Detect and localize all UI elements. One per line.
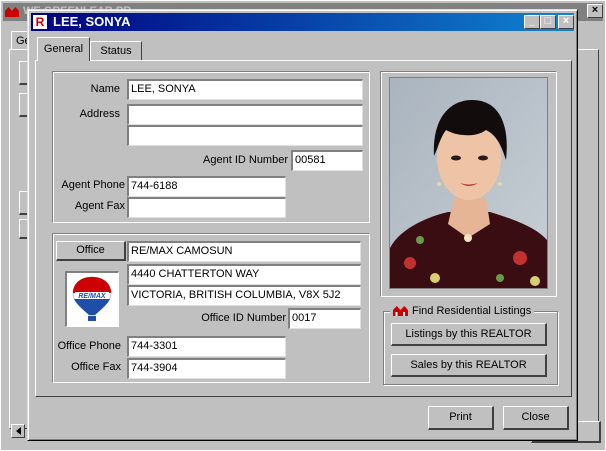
office-button[interactable]: Office [56,241,126,261]
agent-phone-label: Agent Phone [61,179,125,191]
close-dialog-label: Close [521,411,550,423]
listings-group-header: Find Residential Listings [390,304,535,318]
agent-dialog: R LEE, SONYA _ □ × General Status Name L… [27,9,578,441]
maximize-button[interactable]: □ [540,15,556,29]
office-button-label: Office [76,244,105,256]
office-fax-label: Office Fax [71,361,121,373]
office-id-label: Office ID Number [201,312,286,324]
minimize-icon: _ [528,15,536,27]
office-phone-field[interactable]: 744-3301 [127,336,286,357]
listings-by-realtor-label: Listings by this REALTOR [405,328,532,340]
realtor-logo-icon: R [33,15,47,29]
tab-general-label: General [43,43,84,55]
agent-phone-field[interactable]: 744-6188 [127,176,286,197]
name-label: Name [90,83,120,95]
svg-text:RE/MAX: RE/MAX [78,293,107,300]
sales-by-realtor-button[interactable]: Sales by this REALTOR [391,354,547,377]
houses-icon [393,306,408,316]
listings-group-label: Find Residential Listings [412,305,532,317]
agent-id-label: Agent ID Number [203,154,288,166]
name-field[interactable]: LEE, SONYA [127,79,363,100]
address-line2-field[interactable] [127,125,363,146]
office-fax-field[interactable]: 744-3904 [127,358,286,379]
print-button[interactable]: Print [428,406,494,430]
tab-general[interactable]: General [37,37,90,61]
tab-status[interactable]: Status [90,41,142,60]
background-logo-icon [5,6,19,17]
tab-status-label: Status [100,45,132,57]
close-dialog-button[interactable]: Close [503,406,569,430]
office-name-field[interactable]: RE/MAX CAMOSUN [127,241,361,262]
scroll-left-button[interactable] [11,424,25,438]
agent-fax-field[interactable] [127,197,286,218]
print-button-label: Print [449,411,472,423]
maximize-icon: □ [544,15,552,27]
scroll-left-icon [15,427,21,435]
address-line1-field[interactable] [127,104,363,125]
agent-photo [389,77,548,289]
office-phone-label: Office Phone [57,340,121,352]
background-close-button[interactable]: × [587,4,603,18]
dialog-titlebar[interactable]: R LEE, SONYA _ □ × [31,13,574,31]
remax-balloon-icon: RE/MAX [72,276,112,321]
office-city-field[interactable]: VICTORIA, BRITISH COLUMBIA, V8X 5J2 [127,285,361,306]
listings-by-realtor-button[interactable]: Listings by this REALTOR [391,323,547,346]
address-label: Address [79,108,120,120]
agent-fax-label: Agent Fax [74,200,125,212]
office-street-field[interactable]: 4440 CHATTERTON WAY [127,264,361,285]
office-id-field[interactable]: 0017 [288,308,361,329]
sales-by-realtor-label: Sales by this REALTOR [410,359,527,371]
agent-id-field[interactable]: 00581 [291,150,363,171]
close-icon: × [591,4,599,16]
remax-logo-frame: RE/MAX [65,271,119,327]
minimize-button[interactable]: _ [524,15,540,29]
close-icon: × [562,15,570,27]
logo-letter: R [35,15,45,29]
close-button[interactable]: × [558,15,574,29]
dialog-title: LEE, SONYA [53,14,131,29]
